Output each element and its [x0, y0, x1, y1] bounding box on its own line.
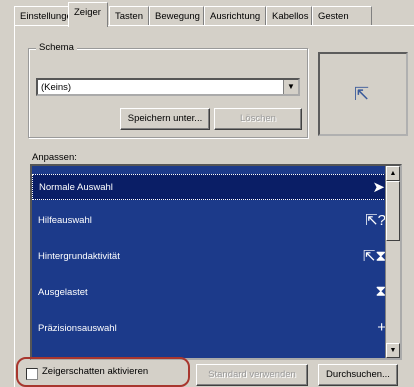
- delete-button[interactable]: Löschen: [214, 108, 302, 130]
- use-default-button[interactable]: Standard verwenden: [196, 364, 308, 386]
- cursor-list[interactable]: Normale Auswahl ➤ Hilfeauswahl ⇱? Hinter…: [30, 164, 402, 360]
- arrow-cursor-icon: ➤: [372, 179, 385, 196]
- tab-einstellungen[interactable]: Einstellungen: [14, 6, 77, 26]
- scheme-legend: Schema: [36, 42, 77, 53]
- save-as-button[interactable]: Speichern unter...: [120, 108, 210, 130]
- tab-ausrichtung[interactable]: Ausrichtung: [204, 6, 266, 26]
- tab-bewegung[interactable]: Bewegung: [149, 6, 204, 26]
- scroll-down-icon[interactable]: ▼: [386, 343, 400, 358]
- list-item[interactable]: Hilfeauswahl ⇱?: [32, 208, 400, 234]
- tab-kabellos[interactable]: Kabellos: [266, 6, 312, 26]
- list-item[interactable]: Hintergrundaktivität ⇱⧗: [32, 244, 400, 270]
- chevron-down-icon[interactable]: ▼: [283, 80, 298, 94]
- tab-strip: Einstellungen Zeiger Tasten Bewegung Aus…: [0, 0, 414, 27]
- cursor-preview: ⇱: [318, 52, 408, 136]
- scroll-up-icon[interactable]: ▲: [386, 166, 400, 181]
- list-item[interactable]: Ausgelastet ⧗: [32, 280, 400, 306]
- customize-label: Anpassen:: [32, 152, 77, 163]
- busy-background-cursor-icon: ⇱⧗: [362, 248, 386, 265]
- tab-gesten[interactable]: Gesten: [312, 6, 372, 26]
- help-cursor-icon: ⇱?: [365, 212, 386, 229]
- scheme-select[interactable]: (Keins) ▼: [36, 78, 300, 96]
- list-item[interactable]: Normale Auswahl ➤: [32, 174, 400, 200]
- tab-tasten[interactable]: Tasten: [109, 6, 149, 26]
- arrow-cursor-icon: ⇱: [354, 84, 370, 104]
- scroll-thumb[interactable]: [386, 181, 400, 241]
- browse-button[interactable]: Durchsuchen...: [318, 364, 398, 386]
- list-scrollbar[interactable]: ▲ ▼: [385, 166, 400, 358]
- highlight-outline: [16, 357, 190, 387]
- tab-zeiger[interactable]: Zeiger: [68, 2, 108, 27]
- list-item[interactable]: Präzisionsauswahl +: [32, 316, 400, 342]
- scheme-select-value: (Keins): [41, 82, 72, 93]
